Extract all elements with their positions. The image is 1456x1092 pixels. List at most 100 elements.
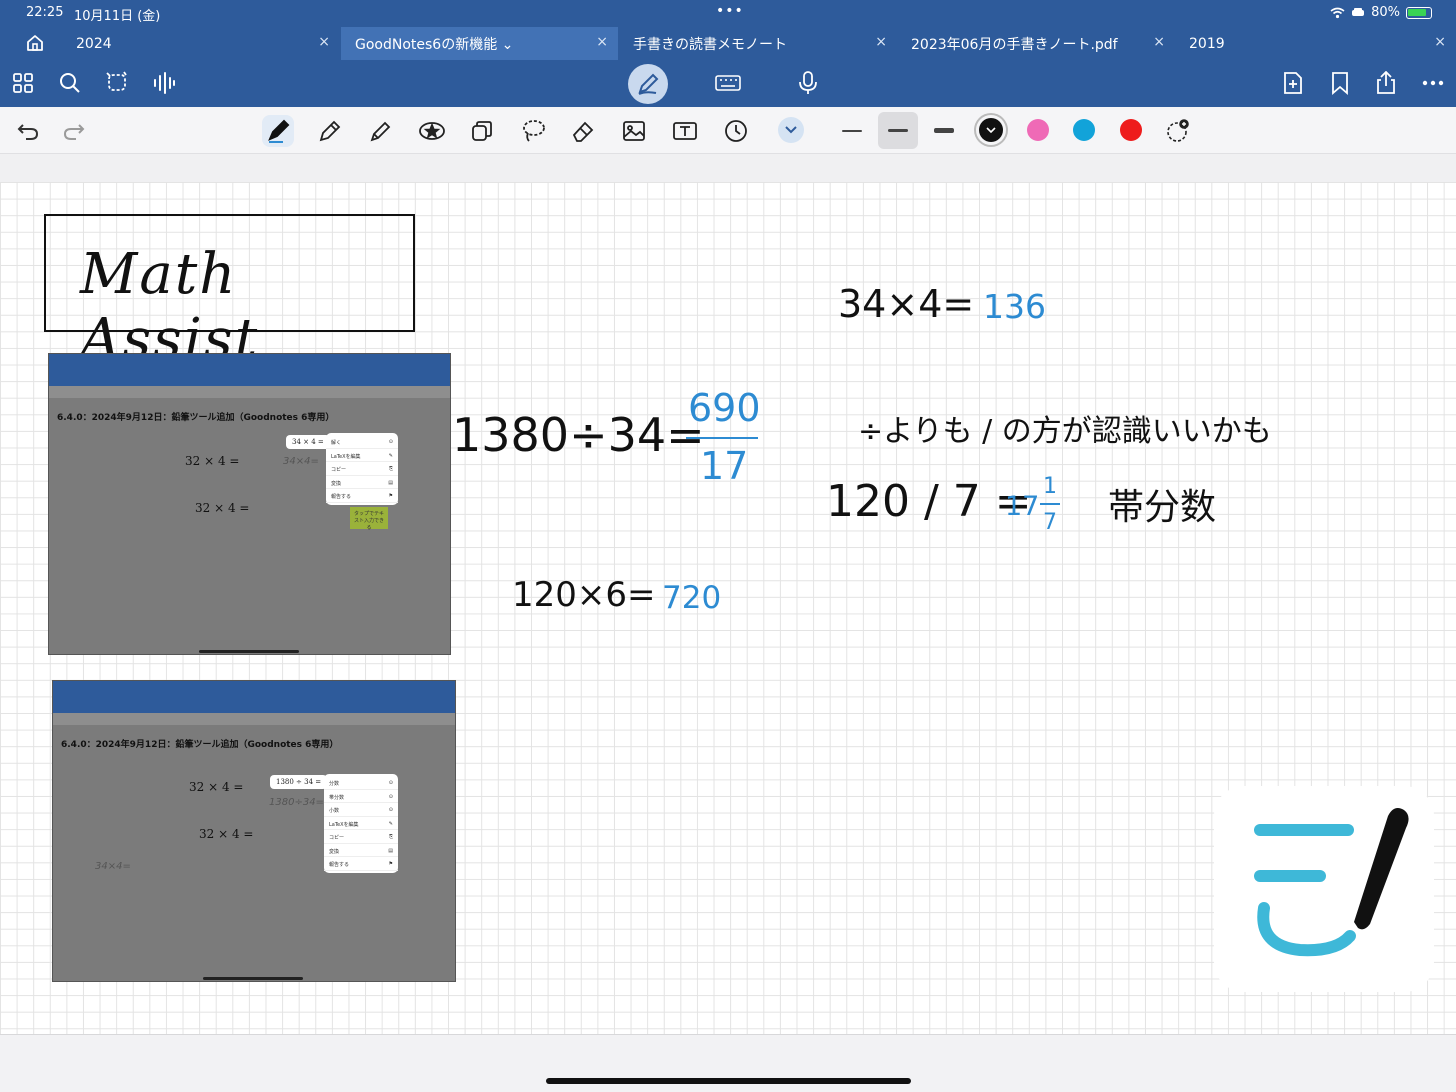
chevron-down-icon	[986, 127, 996, 134]
tab-2023-06-notes[interactable]: 2023年06月の手書きノート.pdf ×	[897, 27, 1175, 60]
handwritten-equation-120x6: 120×6=	[512, 575, 656, 615]
shot-equation: 32 × 4 =	[189, 780, 244, 794]
math-assist-fraction-denominator: 17	[700, 444, 749, 488]
share-icon[interactable]	[1371, 68, 1401, 98]
shot-header	[49, 354, 450, 386]
color-pink[interactable]	[1027, 119, 1049, 141]
stroke-thin[interactable]	[832, 112, 872, 149]
status-right: 80%	[1330, 5, 1432, 20]
microphone-icon[interactable]	[793, 68, 823, 98]
add-page-icon[interactable]	[1278, 68, 1308, 98]
eraser-tool-icon[interactable]	[567, 115, 599, 147]
pen-mode-button[interactable]	[628, 64, 668, 104]
text-tool-icon[interactable]	[669, 115, 701, 147]
close-tab-icon[interactable]: ×	[875, 34, 887, 50]
color-cyan[interactable]	[1073, 119, 1095, 141]
tab-reading-memo[interactable]: 手書きの読書メモノート ×	[619, 27, 897, 60]
shot-menu-item: LaTeXを編集 ✎	[326, 449, 398, 462]
shot-menu-item: LaTeXを編集 ✎	[324, 817, 398, 830]
grid-view-icon[interactable]	[8, 68, 38, 98]
status-time: 22:25	[26, 5, 64, 20]
tab-label: 手書きの読書メモノート	[633, 36, 787, 53]
handwritten-equation-120slash7: 120 / 7 =	[826, 476, 1032, 527]
shapes-tool-icon[interactable]	[466, 115, 498, 147]
color-black[interactable]	[979, 118, 1003, 142]
tool-bar	[0, 107, 1456, 154]
shape-star-tool-icon[interactable]	[416, 115, 448, 147]
shot-equation: 32 × 4 =	[195, 501, 250, 515]
shot-equation: 32 × 4 =	[199, 827, 254, 841]
tab-2024[interactable]: 2024 ×	[62, 27, 340, 60]
shot-menu-item: 報告する ⚑	[326, 489, 398, 503]
shot-context-menu: 解く ⊙ LaTeXを編集 ✎ コピー ⎘ 変換 ▤ 報告する ⚑	[326, 433, 398, 505]
keyboard-icon[interactable]	[713, 68, 743, 98]
lasso-ai-icon[interactable]	[102, 68, 132, 98]
page-margin	[0, 154, 1456, 182]
shot-heading: 6.4.0：2024年9月12日：鉛筆ツール追加（Goodnotes 6専用）	[57, 413, 335, 423]
stroke-medium[interactable]	[878, 112, 918, 149]
battery-percent: 80%	[1371, 5, 1400, 20]
shot-toolbar	[49, 386, 450, 398]
tab-2019[interactable]: 2019 ×	[1175, 27, 1456, 60]
math-assist-mixed-numerator: 1	[1043, 474, 1057, 499]
handwritten-equation-34x4: 34×4=	[838, 282, 975, 326]
handwritten-equation-1380div34: 1380÷34=	[452, 408, 705, 462]
home-indicator[interactable]	[546, 1078, 911, 1084]
close-tab-icon[interactable]: ×	[1434, 34, 1446, 50]
stroke-thick[interactable]	[924, 112, 964, 149]
shot-menu-item: コピー ⎘	[324, 830, 398, 844]
shot-menu-item: 変換 ▤	[326, 476, 398, 489]
add-color-button[interactable]	[1166, 119, 1189, 142]
shot-handwriting: 1380÷34=	[269, 797, 324, 808]
close-tab-icon[interactable]: ×	[596, 34, 608, 50]
chevron-down-icon	[785, 126, 797, 134]
shot-menu-item: 解く ⊙	[326, 435, 398, 449]
embedded-screenshot-1[interactable]: 6.4.0：2024年9月12日：鉛筆ツール追加（Goodnotes 6専用） …	[48, 353, 451, 655]
shot-menu-item: コピー ⎘	[326, 462, 398, 476]
header-bar: 22:25 10月11日 (金) ••• 80% 2024 × GoodNote…	[0, 0, 1456, 107]
shot-recognized-bubble: 1380 ÷ 34 =	[270, 775, 328, 789]
close-tab-icon[interactable]: ×	[1153, 34, 1165, 50]
more-options-icon[interactable]	[1418, 68, 1448, 98]
car-icon	[1352, 8, 1365, 16]
shot-heading: 6.4.0：2024年9月12日：鉛筆ツール追加（Goodnotes 6専用）	[61, 740, 339, 750]
pen-tool-icon[interactable]	[262, 115, 294, 147]
math-assist-mixed-denominator: 7	[1043, 510, 1057, 535]
fraction-bar	[686, 437, 758, 439]
shot-handwriting: 34×4=	[283, 456, 319, 467]
shot-handwriting: 34×4=	[95, 861, 131, 872]
tab-label: 2023年06月の手書きノート.pdf	[911, 36, 1118, 53]
close-tab-icon[interactable]: ×	[318, 34, 330, 50]
bookmark-icon[interactable]	[1325, 68, 1355, 98]
goodnotes-logo-icon	[1254, 808, 1409, 957]
tab-goodnotes6-features[interactable]: GoodNotes6の新機能 ⌄ ×	[341, 27, 618, 60]
goodnotes-logo	[1214, 786, 1434, 992]
wifi-icon	[1330, 7, 1345, 18]
pen-icon	[638, 73, 659, 95]
status-date: 10月11日 (金)	[74, 9, 161, 24]
multitask-dots[interactable]: •••	[716, 3, 744, 19]
add-color-icon	[1167, 119, 1189, 142]
battery-icon	[1406, 6, 1432, 19]
image-tool-icon[interactable]	[618, 115, 650, 147]
shot-equation: 32 × 4 =	[185, 454, 240, 468]
redo-icon[interactable]	[58, 115, 90, 147]
lasso-tool-icon[interactable]	[517, 115, 549, 147]
more-tools-button[interactable]	[778, 117, 804, 143]
shot-recognized-bubble: 34 × 4 =	[286, 435, 330, 449]
handwritten-label-mixed-fraction: 帯分数	[1108, 487, 1217, 528]
tab-label: 2024	[76, 35, 112, 52]
shot-home-indicator	[203, 977, 303, 980]
home-icon[interactable]	[22, 33, 48, 53]
pencil-tool-icon[interactable]	[314, 115, 346, 147]
tab-label: 2019	[1189, 35, 1225, 52]
search-icon[interactable]	[55, 68, 85, 98]
undo-icon[interactable]	[12, 115, 44, 147]
timer-tool-icon[interactable]	[720, 115, 752, 147]
embedded-screenshot-2[interactable]: 6.4.0：2024年9月12日：鉛筆ツール追加（Goodnotes 6専用） …	[52, 680, 456, 982]
color-red[interactable]	[1120, 119, 1142, 141]
shot-toolbar	[53, 713, 455, 725]
shot-menu-item: 小数 ⊙	[324, 803, 398, 817]
audio-waveform-icon[interactable]	[149, 68, 179, 98]
highlighter-tool-icon[interactable]	[365, 115, 397, 147]
